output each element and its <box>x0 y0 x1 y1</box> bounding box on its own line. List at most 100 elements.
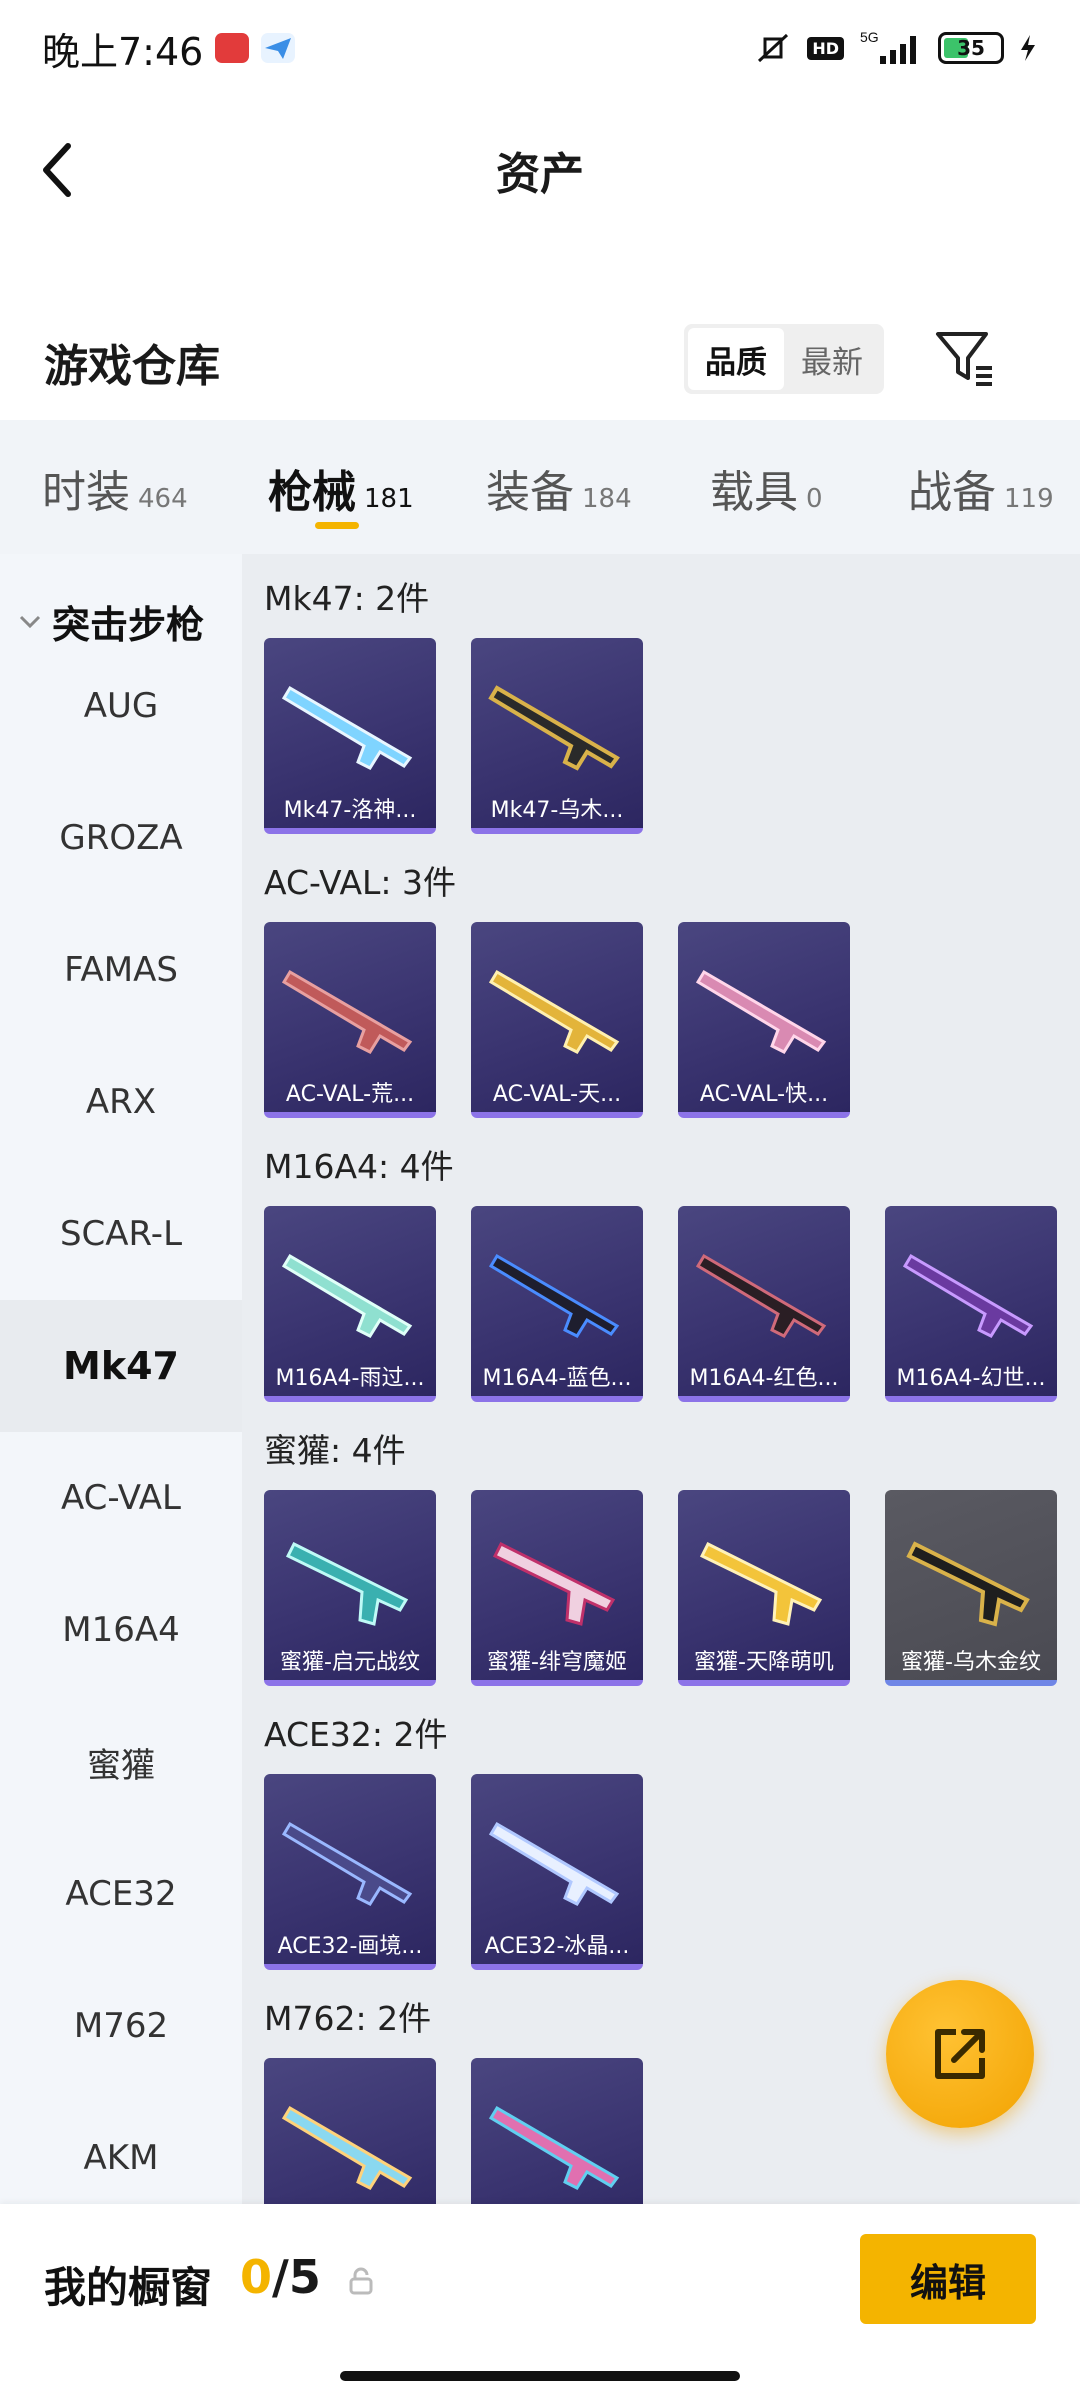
showcase-label: 我的橱窗 <box>44 2263 213 2312</box>
rifle-icon <box>281 685 413 770</box>
smg-icon <box>285 1541 409 1626</box>
tab-vehicles[interactable]: 载具 0 <box>710 456 823 520</box>
weapon-name: Mk47-洛神... <box>283 798 417 823</box>
edit-button[interactable]: 编辑 <box>860 2234 1036 2324</box>
filter-icon <box>936 332 992 386</box>
share-external-icon <box>935 2029 985 2079</box>
tab-supplies[interactable]: 战备 119 <box>908 456 1054 520</box>
weapon-name: 蜜獾-绯穹魔姬 <box>487 1650 627 1675</box>
weapon-card[interactable]: ACE32-画境... <box>264 1774 436 1970</box>
status-bar: 晚上7:46 HD 5G 35 <box>0 0 1080 96</box>
weapon-card[interactable]: M16A4-雨过... <box>264 1206 436 1402</box>
filter-button[interactable] <box>930 324 1000 394</box>
rifle-icon <box>902 1253 1034 1338</box>
weapon-card[interactable]: AC-VAL-天... <box>471 922 643 1118</box>
charging-icon <box>1021 35 1035 61</box>
page-title: 资产 <box>496 149 584 200</box>
weapon-card[interactable]: M16A4-蓝色... <box>471 1206 643 1402</box>
sidebar-item-m16a4[interactable]: M16A4 <box>0 1564 242 1696</box>
rifle-icon <box>281 969 413 1054</box>
sort-quality-button[interactable]: 品质 <box>688 328 784 390</box>
app-notification-icon <box>215 33 250 63</box>
weapon-card[interactable]: 蜜獾-乌木金纹 <box>885 1490 1057 1686</box>
rifle-icon <box>488 1821 620 1906</box>
active-tab-indicator <box>315 522 359 529</box>
weapon-name: 蜜獾-天降萌叽 <box>694 1650 834 1675</box>
smg-icon <box>492 1541 616 1626</box>
group-title-honey-badger: 蜜獾: 4件 <box>264 1431 406 1470</box>
share-fab-button[interactable] <box>886 1980 1034 2128</box>
status-time: 晚上7:46 <box>42 29 204 74</box>
sidebar-item-m762[interactable]: M762 <box>0 1960 242 2092</box>
weapon-card[interactable]: Mk47-洛神... <box>264 638 436 834</box>
sidebar-item-honey-badger[interactable]: 蜜獾 <box>0 1696 242 1828</box>
weapon-card[interactable]: M16A4-幻世... <box>885 1206 1057 1402</box>
weapon-sidebar: 突击步枪 AUG GROZA FAMAS ARX SCAR-L Mk47 AC-… <box>0 554 242 2204</box>
back-button[interactable] <box>36 140 96 200</box>
rifle-icon <box>488 2105 620 2190</box>
weapon-name: AC-VAL-天... <box>492 1082 622 1107</box>
weapon-name: ACE32-画境... <box>277 1934 423 1959</box>
mute-vibrate-icon <box>758 33 789 63</box>
warehouse-title: 游戏仓库 <box>44 341 220 392</box>
sidebar-item-akm[interactable]: AKM <box>0 2092 242 2204</box>
sort-toggle: 品质 最新 <box>684 324 884 394</box>
weapon-card[interactable]: Mk47-乌木... <box>471 638 643 834</box>
sidebar-item-mk47[interactable]: Mk47 <box>0 1300 242 1432</box>
rifle-icon <box>488 969 620 1054</box>
tab-equipment[interactable]: 装备 184 <box>486 456 632 520</box>
group-title-ac-val: AC-VAL: 3件 <box>264 863 457 902</box>
chevron-down-icon <box>19 615 41 628</box>
category-tabs: 时装 464 枪械 181 装备 184 载具 0 战备 119 <box>0 420 1080 554</box>
sidebar-item-groza[interactable]: GROZA <box>0 772 242 904</box>
weapon-card[interactable] <box>264 2058 436 2204</box>
smg-icon <box>906 1541 1030 1627</box>
showcase-count: 0/5 <box>240 2250 321 2304</box>
rifle-icon <box>281 2105 413 2190</box>
weapon-name: M16A4-雨过... <box>275 1366 425 1391</box>
rifle-icon <box>488 685 620 771</box>
paper-plane-icon <box>261 33 296 63</box>
weapon-card[interactable]: 蜜獾-绯穹魔姬 <box>471 1490 643 1686</box>
sidebar-item-ace32[interactable]: ACE32 <box>0 1828 242 1960</box>
svg-text:5G: 5G <box>860 29 879 45</box>
weapon-name: M16A4-幻世... <box>896 1366 1046 1391</box>
rifle-icon <box>281 1821 413 1906</box>
group-title-mk47: Mk47: 2件 <box>264 579 430 618</box>
home-indicator[interactable] <box>340 2371 740 2381</box>
weapon-card[interactable]: ACE32-冰晶... <box>471 1774 643 1970</box>
weapon-card[interactable]: M16A4-红色... <box>678 1206 850 1402</box>
rifle-icon <box>281 1253 413 1338</box>
weapon-card[interactable]: AC-VAL-快... <box>678 922 850 1118</box>
tab-fashion[interactable]: 时装 464 <box>42 456 188 520</box>
sidebar-item-aug[interactable]: AUG <box>0 640 242 772</box>
rifle-icon <box>695 969 827 1054</box>
sort-latest-button[interactable]: 最新 <box>784 328 880 390</box>
weapon-name: AC-VAL-荒... <box>285 1082 415 1107</box>
group-title-ace32: ACE32: 2件 <box>264 1715 448 1754</box>
sidebar-item-ac-val[interactable]: AC-VAL <box>0 1432 242 1564</box>
weapon-name: M16A4-蓝色... <box>482 1366 632 1391</box>
sidebar-item-arx[interactable]: ARX <box>0 1036 242 1168</box>
weapon-card[interactable]: 蜜獾-启元战纹 <box>264 1490 436 1686</box>
weapon-name: 蜜獾-启元战纹 <box>280 1650 420 1675</box>
sidebar-item-scar-l[interactable]: SCAR-L <box>0 1168 242 1300</box>
hd-badge: HD <box>807 36 844 60</box>
weapon-card[interactable]: AC-VAL-荒... <box>264 922 436 1118</box>
weapon-card[interactable]: 蜜獾-天降萌叽 <box>678 1490 850 1686</box>
weapon-name: AC-VAL-快... <box>699 1082 829 1107</box>
warehouse-header: 游戏仓库 品质 最新 <box>0 310 1080 410</box>
battery-indicator: 35 <box>938 32 1004 64</box>
weapon-card[interactable] <box>471 2058 643 2204</box>
page-header: 资产 <box>0 110 1080 230</box>
weapon-name: Mk47-乌木... <box>490 798 624 823</box>
sidebar-item-famas[interactable]: FAMAS <box>0 904 242 1036</box>
weapon-name: M16A4-红色... <box>689 1366 839 1391</box>
rifle-icon <box>695 1253 827 1338</box>
group-title-m762: M762: 2件 <box>264 1999 432 2038</box>
group-title-m16a4: M16A4: 4件 <box>264 1147 454 1186</box>
weapon-name: 蜜獾-乌木金纹 <box>901 1650 1041 1675</box>
lock-icon <box>349 2267 373 2295</box>
weapon-grid: Mk47: 2件 Mk47-洛神... Mk47-乌木... AC-VAL: 3… <box>242 554 1080 2204</box>
tab-weapons[interactable]: 枪械 181 <box>268 456 414 520</box>
